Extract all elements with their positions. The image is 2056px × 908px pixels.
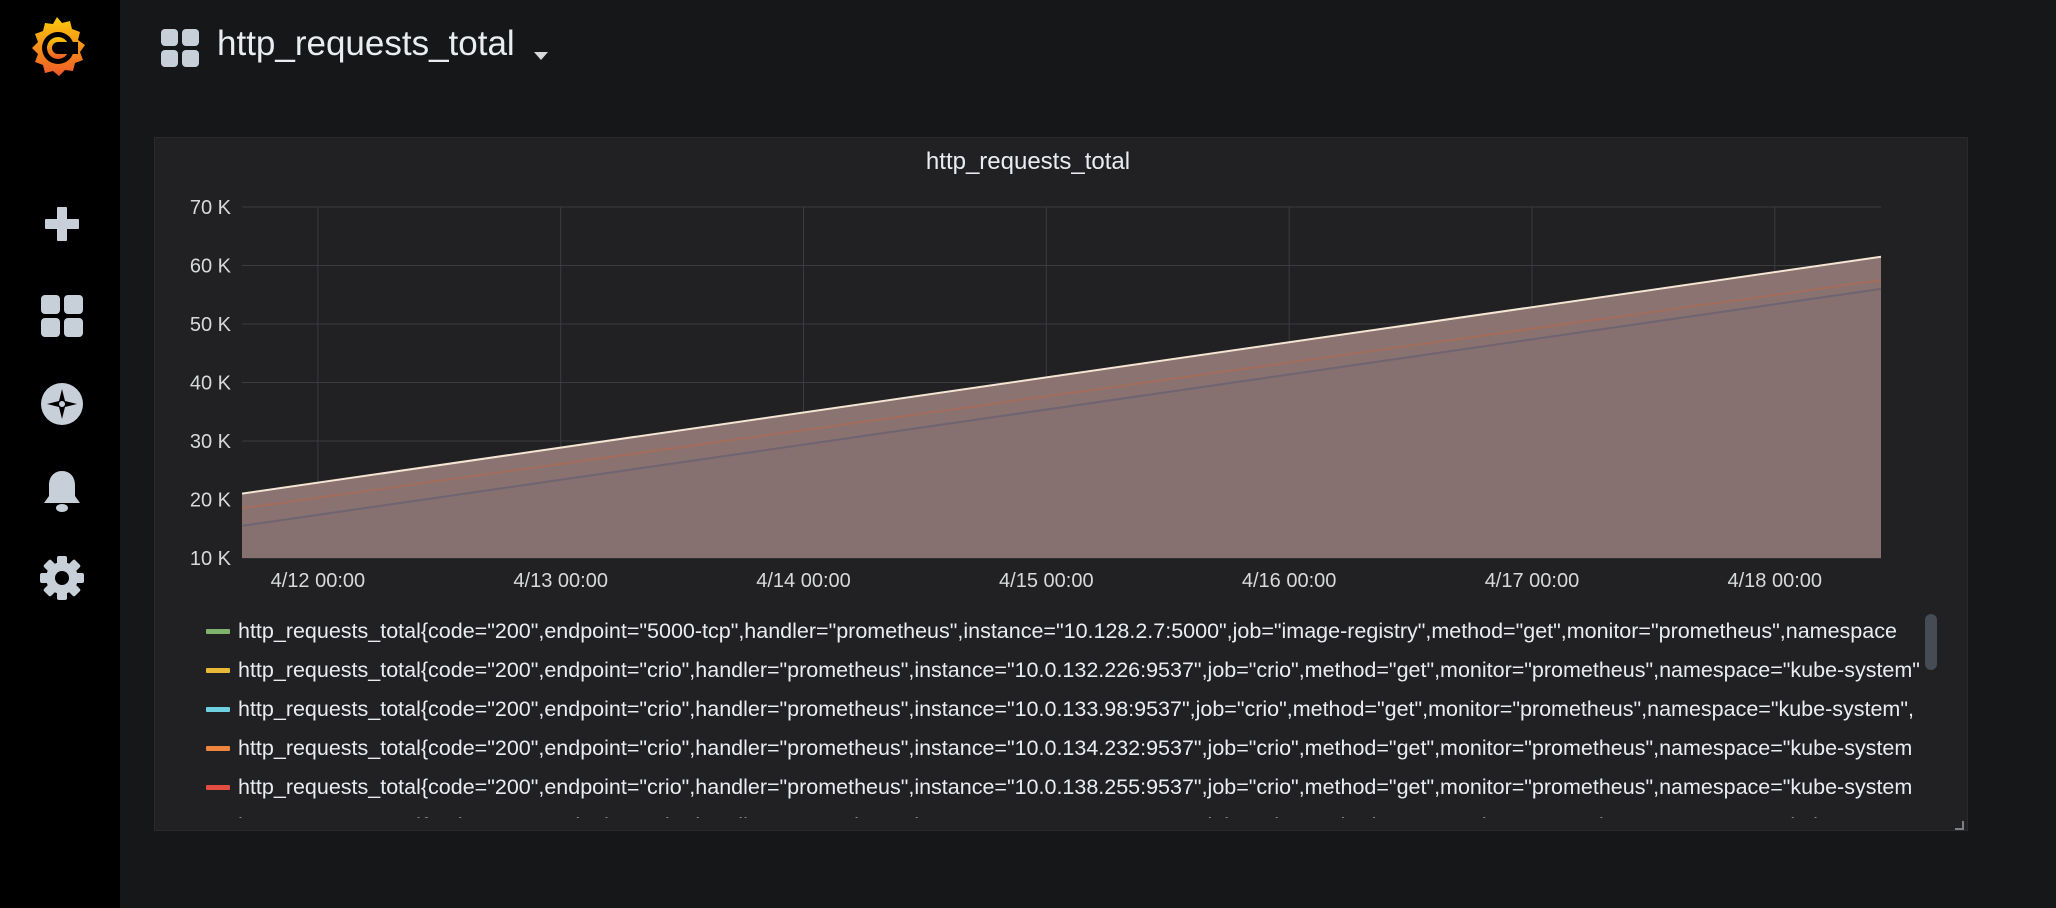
caret-down-icon[interactable] — [533, 48, 549, 66]
legend-label: http_requests_total{code="200",endpoint=… — [238, 775, 1913, 799]
sidebar-item-create[interactable] — [20, 194, 104, 258]
x-tick-label: 4/16 00:00 — [1242, 570, 1337, 592]
dashboards-grid-icon — [40, 294, 84, 343]
legend-color-swatch — [206, 629, 230, 634]
legend-item[interactable]: http_requests_total{code="200",endpoint=… — [200, 690, 1940, 729]
sidebar-item-configuration[interactable] — [20, 548, 104, 612]
y-tick-label: 60 K — [190, 256, 232, 278]
legend-label: http_requests_total{code="200",endpoint=… — [238, 619, 1897, 643]
series-area — [242, 288, 1881, 558]
dashboard-grid-icon — [160, 28, 200, 68]
compass-icon — [40, 382, 84, 431]
x-tick-label: 4/15 00:00 — [999, 570, 1094, 592]
sidebar-item-dashboards[interactable] — [20, 286, 104, 350]
legend-label: http_requests_total{code="200",endpoint=… — [238, 736, 1913, 760]
legend-item[interactable]: http_requests_total{code="200",endpoint=… — [200, 612, 1940, 651]
chart-series — [241, 255, 1882, 558]
dashboard-title[interactable]: http_requests_total — [217, 24, 515, 64]
legend-color-swatch — [206, 785, 230, 790]
plus-icon — [43, 205, 81, 248]
chart-legend: http_requests_total{code="200",endpoint=… — [200, 612, 1940, 818]
x-tick-label: 4/18 00:00 — [1728, 570, 1823, 592]
gear-icon — [39, 555, 85, 606]
legend-scrollbar[interactable] — [1925, 614, 1937, 670]
legend-item[interactable]: http_requests_total{code="200",endpoint=… — [200, 807, 1940, 818]
legend-item[interactable]: http_requests_total{code="200",endpoint=… — [200, 651, 1940, 690]
y-tick-label: 50 K — [190, 314, 232, 336]
legend-color-swatch — [206, 707, 230, 712]
y-tick-label: 70 K — [190, 197, 232, 219]
x-tick-label: 4/12 00:00 — [271, 570, 366, 592]
y-tick-label: 20 K — [190, 490, 232, 512]
graph-chart[interactable]: 10 K20 K30 K40 K50 K60 K70 K 4/12 00:00 4… — [154, 137, 1968, 607]
x-axis: 4/12 00:00 4/13 00:00 4/14 00:00 4/15 00:00… — [271, 570, 1822, 592]
y-tick-label: 30 K — [190, 431, 232, 453]
grafana-logo-icon[interactable] — [24, 14, 90, 80]
x-tick-label: 4/13 00:00 — [513, 570, 608, 592]
x-tick-label: 4/14 00:00 — [756, 570, 851, 592]
bell-icon — [42, 469, 82, 518]
legend-label: http_requests_total{code="200",endpoint=… — [238, 697, 1914, 721]
y-tick-label: 10 K — [190, 548, 232, 570]
y-tick-label: 40 K — [190, 373, 232, 395]
sidebar-item-explore[interactable] — [20, 374, 104, 438]
y-axis: 10 K 20 K 30 K 40 K 50 K 60 K 70 K — [190, 197, 232, 570]
sidebar — [0, 0, 120, 908]
legend-label: http_requests_total{code="200",endpoint=… — [238, 814, 1938, 818]
panel-resize-handle[interactable] — [1954, 817, 1964, 830]
x-tick-label: 4/17 00:00 — [1485, 570, 1580, 592]
sidebar-item-alerting[interactable] — [20, 461, 104, 525]
legend-item[interactable]: http_requests_total{code="200",endpoint=… — [200, 768, 1940, 807]
legend-color-swatch — [206, 746, 230, 751]
legend-label: http_requests_total{code="200",endpoint=… — [238, 658, 1920, 682]
legend-item[interactable]: http_requests_total{code="200",endpoint=… — [200, 729, 1940, 768]
legend-color-swatch — [206, 668, 230, 673]
